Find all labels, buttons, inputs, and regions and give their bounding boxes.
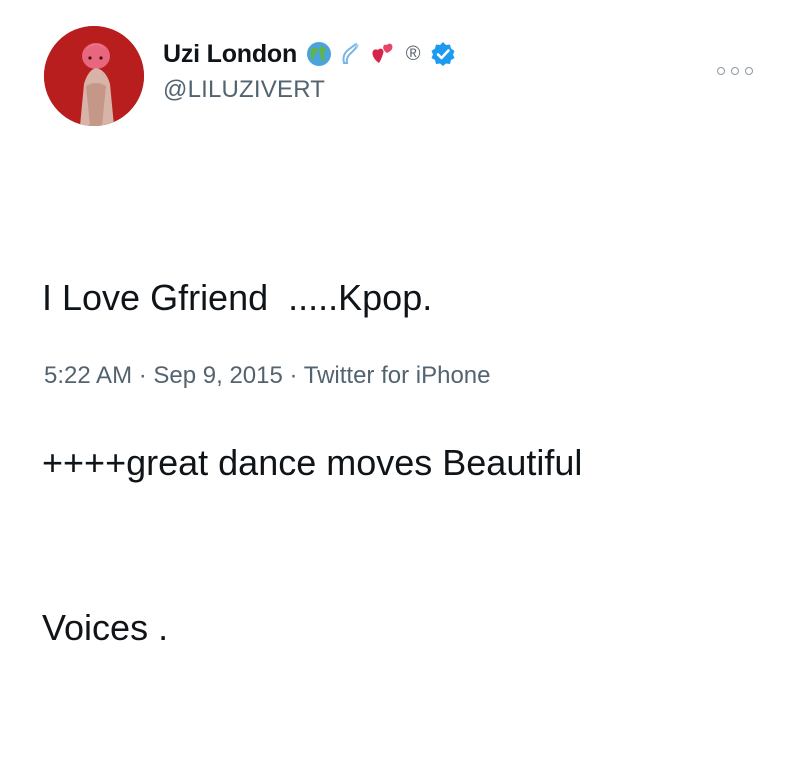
hearts-icon: [370, 41, 396, 67]
registered-icon: ®: [405, 43, 421, 65]
tweet-text: I Love Gfriend .....Kpop. ++++great danc…: [42, 160, 762, 765]
more-options-icon[interactable]: [717, 62, 753, 80]
meta-separator: ·: [282, 362, 304, 389]
more-dot: [731, 67, 739, 75]
tweet-source[interactable]: Twitter for iPhone: [304, 362, 491, 389]
name-row: Uzi London ®: [163, 36, 456, 72]
tweet-card: Uzi London ® @LILUZIVERT I Love Gfriend …: [0, 0, 794, 648]
more-dot: [717, 67, 725, 75]
tweet-meta: 5:22 AM · Sep 9, 2015 · Twitter for iPho…: [44, 362, 491, 390]
tweet-text-line: I Love Gfriend .....Kpop.: [42, 277, 433, 318]
tweet-text-line: Voices .: [42, 607, 169, 648]
user-header: Uzi London ® @LILUZIVERT: [163, 36, 456, 104]
ring-icon: [338, 41, 364, 67]
user-handle[interactable]: @LILUZIVERT: [163, 76, 456, 104]
avatar-photo-icon: [44, 26, 144, 126]
verified-badge-icon: [430, 41, 456, 67]
avatar[interactable]: [44, 26, 144, 126]
display-name[interactable]: Uzi London: [163, 40, 297, 69]
tweet-date[interactable]: Sep 9, 2015: [153, 362, 282, 389]
globe-icon: [306, 41, 332, 67]
tweet-text-line: ++++great dance moves Beautiful: [42, 442, 583, 483]
meta-separator: ·: [132, 362, 154, 389]
more-dot: [745, 67, 753, 75]
tweet-time[interactable]: 5:22 AM: [44, 362, 132, 389]
